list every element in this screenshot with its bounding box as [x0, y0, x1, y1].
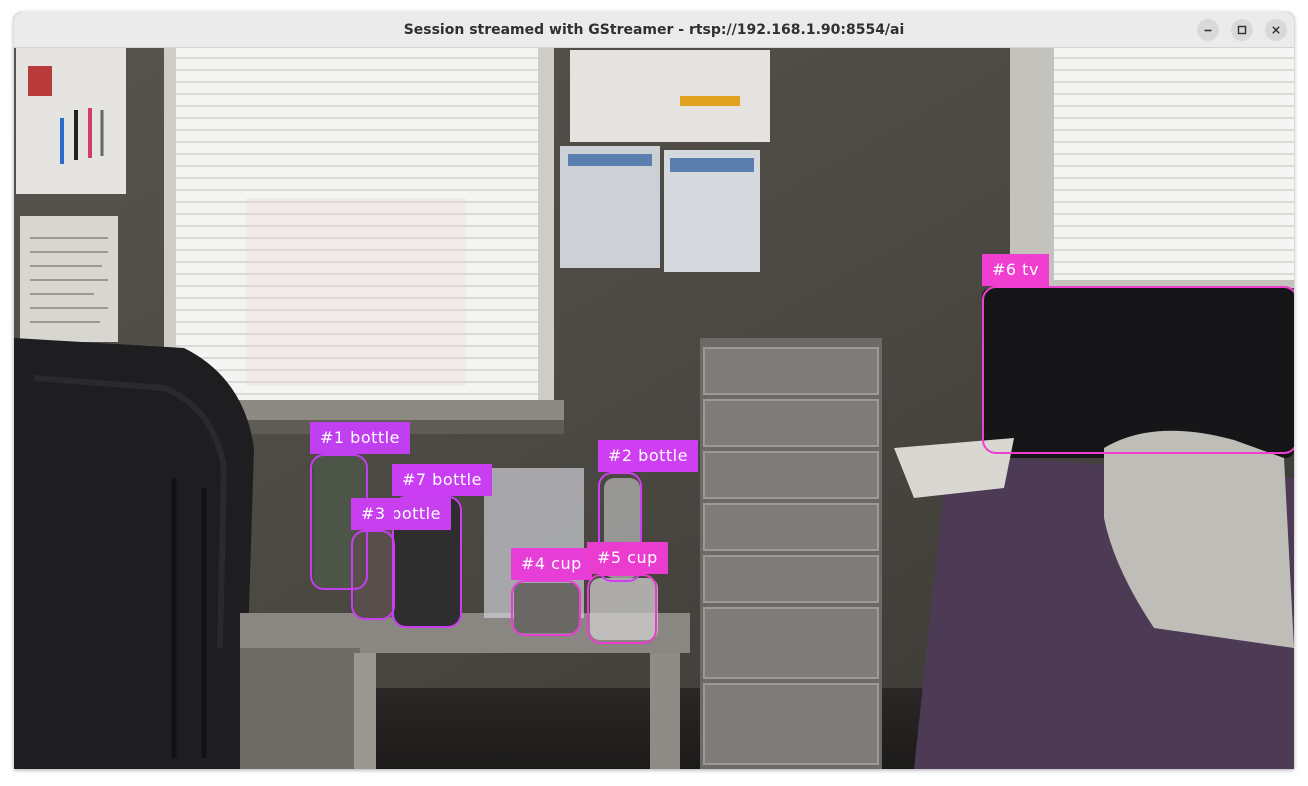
maximize-icon	[1237, 25, 1247, 35]
detection-box	[392, 496, 462, 628]
detection-box	[351, 530, 395, 620]
maximize-button[interactable]	[1231, 19, 1253, 41]
close-icon	[1272, 26, 1280, 34]
title-bar[interactable]: Session streamed with GStreamer - rtsp:/…	[14, 12, 1294, 48]
detection-label: #5 cup	[587, 542, 668, 574]
minimize-button[interactable]	[1197, 19, 1219, 41]
window-title: Session streamed with GStreamer - rtsp:/…	[403, 22, 905, 38]
stream-window: Session streamed with GStreamer - rtsp:/…	[14, 12, 1294, 769]
detection-box	[511, 580, 581, 636]
detection-box	[982, 286, 1294, 454]
detection-label: #4 cup	[511, 548, 592, 580]
close-button[interactable]	[1265, 19, 1287, 41]
detection-label: #7 bottle	[392, 464, 492, 496]
detection-label: #1 bottle	[310, 422, 410, 454]
detection-label: #6 tv	[982, 254, 1049, 286]
minimize-icon	[1204, 29, 1212, 32]
detection-label: #2 bottle	[598, 440, 698, 472]
video-frame: #1 bottle #2 bottle #3 bottle #4 cup #5 cup #…	[14, 48, 1294, 769]
detection-box	[587, 574, 657, 644]
